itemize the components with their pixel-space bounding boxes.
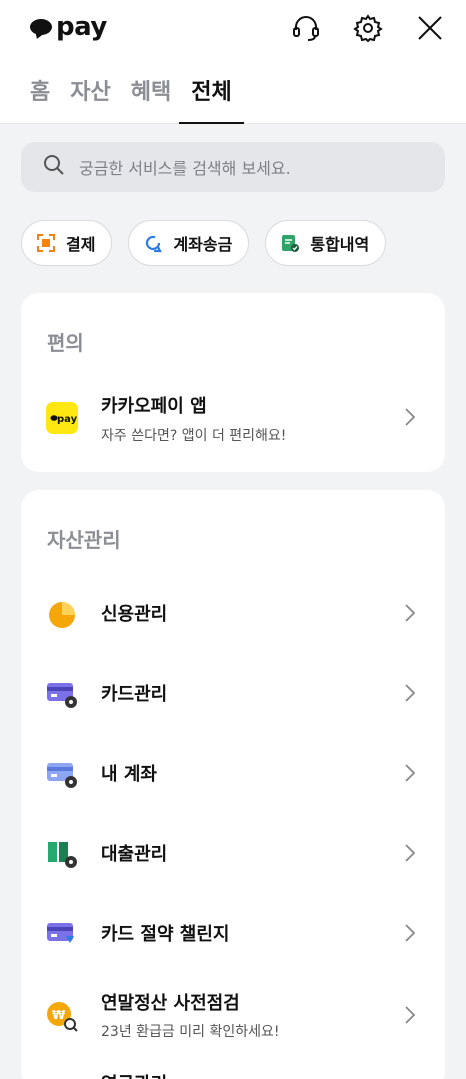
transfer-icon [143,233,163,253]
card-settings-icon [45,677,79,711]
tab-all[interactable]: 전체 [179,76,245,124]
top-bar: pay 홈 자산 혜택 전체 [0,0,466,124]
chevron-right-icon [405,1006,416,1024]
list-item-loan[interactable]: 대출관리 [21,823,445,883]
account-settings-icon [45,757,79,791]
quick-actions: 결제 계좌송금 통합내역 [21,220,387,266]
chevron-right-icon [405,844,416,862]
list-item-credit[interactable]: 신용관리 [21,583,445,643]
tab-home[interactable]: 홈 [30,76,50,124]
gear-icon[interactable] [352,12,384,44]
card-challenge-icon [45,917,79,951]
asset-management-section: 자산관리 신용관리 카드관리 내 계좌 대출관리 카드 절약 챌린지 ₩ 연말정… [21,490,445,1079]
tab-assets[interactable]: 자산 [70,76,110,124]
search-placeholder: 궁금한 서비스를 검색해 보세요. [79,159,291,178]
convenience-section: 편의 pay 카카오페이 앱 자주 쓴다면? 앱이 더 편리해요! [21,293,445,472]
search-input[interactable]: 궁금한 서비스를 검색해 보세요. [21,142,445,192]
chevron-right-icon [405,604,416,622]
list-item-card-challenge[interactable]: 카드 절약 챌린지 [21,903,445,963]
headset-icon[interactable] [290,12,322,44]
search-icon [43,154,65,180]
chevron-right-icon [405,684,416,702]
chevron-right-icon [405,764,416,782]
kakaopay-logo[interactable]: pay [30,10,107,44]
list-item-my-account[interactable]: 내 계좌 [21,743,445,803]
tax-check-icon: ₩ [45,999,79,1033]
credit-gauge-icon [45,597,79,631]
svg-text:pay: pay [57,414,78,425]
chip-payment[interactable]: 결제 [21,220,113,266]
loan-settings-icon [45,837,79,871]
chevron-right-icon [405,924,416,942]
chip-transfer[interactable]: 계좌송금 [128,220,250,266]
svg-text:₩: ₩ [52,1008,66,1022]
section-title: 자산관리 [47,528,121,552]
close-icon[interactable] [414,12,446,44]
speech-bubble-icon [30,19,52,35]
list-item-tax-check[interactable]: ₩ 연말정산 사전점검 23년 환급금 미리 확인하세요! [21,983,445,1049]
list-item-kakaopay-app[interactable]: pay 카카오페이 앱 자주 쓴다면? 앱이 더 편리해요! [21,387,445,453]
kakaopay-app-icon: pay [45,401,79,435]
scan-icon [36,233,56,253]
chevron-right-icon [405,408,416,426]
tab-benefits[interactable]: 혜택 [131,76,171,124]
chip-history[interactable]: 통합내역 [265,220,387,266]
section-title: 편의 [47,331,84,355]
list-item-card-mgmt[interactable]: 카드관리 [21,663,445,723]
history-icon [280,233,300,253]
tab-bar: 홈 자산 혜택 전체 [30,76,245,124]
list-item-pension[interactable]: 연금관리 [21,1065,445,1079]
